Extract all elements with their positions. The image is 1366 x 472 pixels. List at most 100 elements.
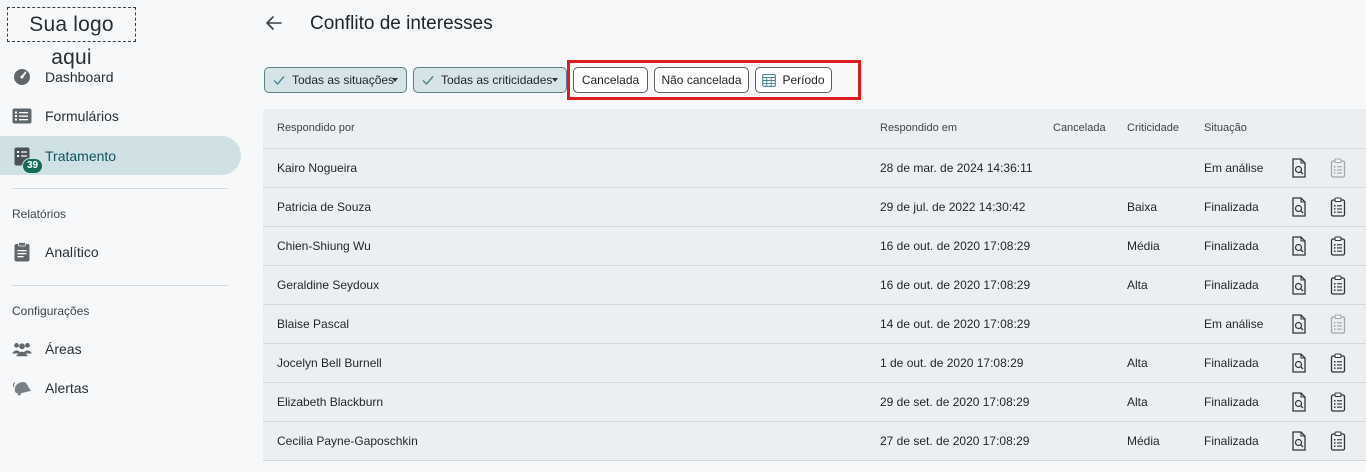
calendar-icon	[762, 73, 777, 87]
cancelled-filter-chip[interactable]: Cancelada	[573, 67, 648, 93]
respondent-cell: Jocelyn Bell Burnell	[277, 356, 382, 370]
answered-at-cell: 29 de set. de 2020 17:08:29	[880, 395, 1030, 409]
page-title: Conflito de interesses	[310, 13, 493, 34]
back-arrow-icon[interactable]	[263, 12, 285, 34]
sidebar-divider	[12, 188, 228, 189]
sidebar: Sua logo aqui Dashboard Formulários 39 T…	[0, 0, 248, 472]
column-header-answered-at: Respondido em	[880, 122, 958, 134]
period-filter-label: Período	[782, 73, 825, 87]
sidebar-item-areas[interactable]: Áreas	[0, 329, 241, 368]
status-cell: Finalizada	[1204, 356, 1259, 370]
situations-filter-dropdown[interactable]: Todas as situações	[264, 67, 407, 93]
answered-at-cell: 16 de out. de 2020 17:08:29	[880, 278, 1031, 292]
table-row[interactable]: Chien-Shiung Wu 16 de out. de 2020 17:08…	[263, 227, 1366, 266]
respondent-cell: Cecilia Payne-Gaposchkin	[277, 434, 418, 448]
answered-at-cell: 1 de out. de 2020 17:08:29	[880, 356, 1024, 370]
table-row[interactable]: Cecilia Payne-Gaposchkin 27 de set. de 2…	[263, 422, 1366, 461]
view-document-icon[interactable]	[1290, 431, 1310, 453]
sidebar-item-label: Formulários	[45, 107, 119, 124]
sidebar-item-label: Analítico	[45, 243, 99, 260]
check-icon	[422, 76, 434, 86]
not-cancelled-filter-label: Não cancelada	[661, 73, 742, 87]
treatment-clipboard-icon[interactable]	[1330, 236, 1350, 258]
people-icon	[12, 339, 32, 359]
respondent-cell: Kairo Nogueira	[277, 161, 358, 175]
status-cell: Finalizada	[1204, 395, 1259, 409]
gauge-icon	[12, 67, 32, 87]
criticality-cell: Alta	[1127, 356, 1148, 370]
sidebar-item-formularios[interactable]: Formulários	[0, 96, 241, 135]
status-cell: Em análise	[1204, 161, 1264, 175]
answered-at-cell: 29 de jul. de 2022 14:30:42	[880, 200, 1026, 214]
sidebar-item-label: Alertas	[45, 379, 89, 396]
logo-placeholder: Sua logo aqui	[7, 7, 136, 69]
column-header-criticality: Criticidade	[1127, 122, 1179, 134]
answered-at-cell: 27 de set. de 2020 17:08:29	[880, 434, 1030, 448]
sidebar-divider	[12, 285, 228, 286]
respondent-cell: Geraldine Seydoux	[277, 278, 380, 292]
view-document-icon[interactable]	[1290, 275, 1310, 297]
status-cell: Finalizada	[1204, 278, 1259, 292]
caret-down-icon	[392, 78, 398, 82]
treatment-clipboard-icon[interactable]	[1330, 353, 1350, 375]
criticality-cell: Média	[1127, 239, 1160, 253]
criticality-cell: Média	[1127, 434, 1160, 448]
check-icon	[273, 76, 285, 86]
column-header-cancelled: Cancelada	[1053, 122, 1106, 134]
table-row[interactable]: Patricia de Souza 29 de jul. de 2022 14:…	[263, 188, 1366, 227]
respondent-cell: Chien-Shiung Wu	[277, 239, 371, 253]
view-document-icon[interactable]	[1290, 158, 1310, 180]
view-document-icon[interactable]	[1290, 197, 1310, 219]
section-title-settings: Configurações	[12, 304, 90, 318]
bell-icon	[12, 378, 32, 398]
responses-table: Respondido por Respondido em Cancelada C…	[263, 109, 1366, 472]
list-icon	[12, 106, 32, 126]
treatment-clipboard-icon[interactable]	[1330, 158, 1350, 180]
criticality-cell: Alta	[1127, 278, 1148, 292]
column-header-status: Situação	[1204, 122, 1247, 134]
situations-filter-label: Todas as situações	[292, 73, 395, 87]
answered-at-cell: 14 de out. de 2020 17:08:29	[880, 317, 1031, 331]
table-header: Respondido por Respondido em Cancelada C…	[263, 109, 1366, 149]
column-header-respondent: Respondido por	[277, 122, 355, 134]
answered-at-cell: 28 de mar. de 2024 14:36:11	[880, 161, 1033, 175]
treatment-clipboard-icon[interactable]	[1330, 431, 1350, 453]
view-document-icon[interactable]	[1290, 314, 1310, 336]
table-row[interactable]: Kairo Nogueira 28 de mar. de 2024 14:36:…	[263, 149, 1366, 188]
criticality-cell: Baixa	[1127, 200, 1158, 214]
table-row[interactable]: Geraldine Seydoux 16 de out. de 2020 17:…	[263, 266, 1366, 305]
treatment-clipboard-icon[interactable]	[1330, 275, 1350, 297]
sidebar-item-analitico[interactable]: Analítico	[0, 232, 241, 271]
section-title-reports: Relatórios	[12, 207, 67, 221]
caret-down-icon	[552, 78, 558, 82]
table-row[interactable]: Jocelyn Bell Burnell 1 de out. de 2020 1…	[263, 344, 1366, 383]
status-cell: Em análise	[1204, 317, 1264, 331]
respondent-cell: Blaise Pascal	[277, 317, 350, 331]
respondent-cell: Patricia de Souza	[277, 200, 372, 214]
status-cell: Finalizada	[1204, 200, 1259, 214]
cancelled-filter-label: Cancelada	[581, 73, 640, 87]
clipboard-icon	[12, 242, 32, 262]
answered-at-cell: 16 de out. de 2020 17:08:29	[880, 239, 1031, 253]
period-filter-chip[interactable]: Período	[755, 67, 832, 93]
treatment-clipboard-icon[interactable]	[1330, 392, 1350, 414]
criticalities-filter-dropdown[interactable]: Todas as criticidades	[413, 67, 567, 93]
sidebar-item-label: Tratamento	[45, 147, 117, 164]
view-document-icon[interactable]	[1290, 392, 1310, 414]
sidebar-item-dashboard[interactable]: Dashboard	[0, 57, 241, 96]
sidebar-item-alertas[interactable]: Alertas	[0, 368, 241, 407]
pending-count-badge: 39	[22, 158, 44, 174]
table-row[interactable]: Elizabeth Blackburn 29 de set. de 2020 1…	[263, 383, 1366, 422]
view-document-icon[interactable]	[1290, 353, 1310, 375]
view-document-icon[interactable]	[1290, 236, 1310, 258]
treatment-clipboard-icon[interactable]	[1330, 314, 1350, 336]
sidebar-item-tratamento[interactable]: 39 Tratamento	[0, 136, 241, 175]
not-cancelled-filter-chip[interactable]: Não cancelada	[654, 67, 749, 93]
respondent-cell: Elizabeth Blackburn	[277, 395, 384, 409]
sidebar-item-label: Áreas	[45, 340, 82, 357]
table-row[interactable]: Blaise Pascal 14 de out. de 2020 17:08:2…	[263, 305, 1366, 344]
sidebar-item-label: Dashboard	[45, 68, 114, 85]
treatment-clipboard-icon[interactable]	[1330, 197, 1350, 219]
status-cell: Finalizada	[1204, 239, 1259, 253]
status-cell: Finalizada	[1204, 434, 1259, 448]
